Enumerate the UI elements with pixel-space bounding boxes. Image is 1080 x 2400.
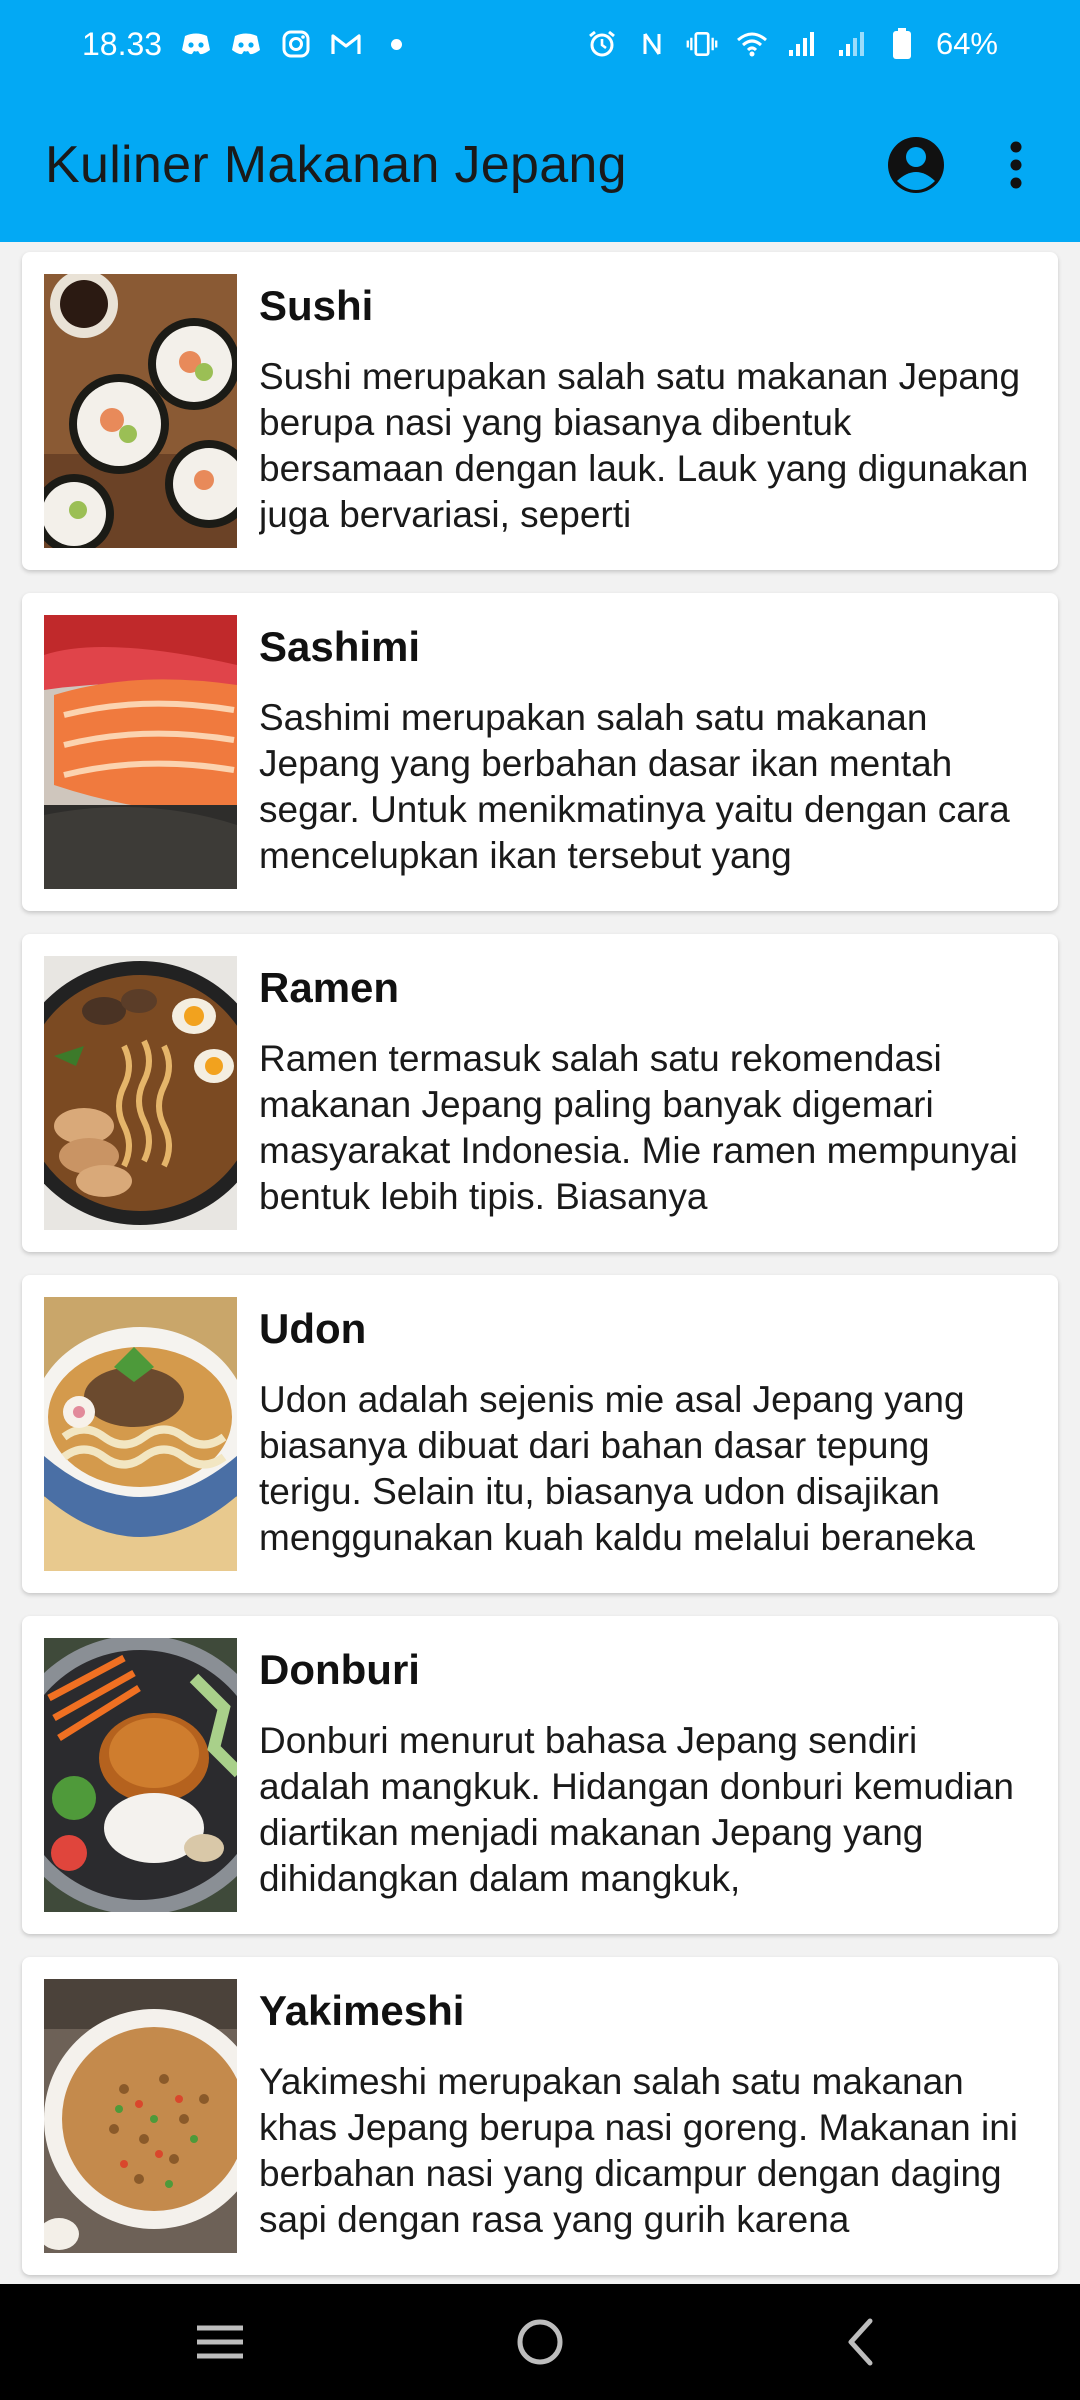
card-body: Ramen Ramen termasuk salah satu rekomend…	[259, 956, 1036, 1230]
food-image-sushi	[44, 274, 237, 548]
instagram-icon	[280, 28, 312, 60]
food-title: Ramen	[259, 964, 400, 1011]
status-right: 64%	[586, 26, 998, 62]
status-time: 18.33	[82, 25, 163, 62]
food-description: Ramen termasuk salah satu rekomendasi ma…	[259, 1038, 1018, 1217]
discord-icon	[180, 28, 212, 60]
gmail-icon	[330, 28, 362, 60]
signal-icon	[786, 28, 818, 60]
discord-icon	[230, 28, 262, 60]
food-card-sushi[interactable]: Sushi Sushi merupakan salah satu makanan…	[22, 252, 1058, 570]
food-image-yakimeshi	[44, 1979, 237, 2253]
food-title: Sashimi	[259, 623, 421, 670]
alarm-icon	[586, 28, 618, 60]
app-bar: Kuliner Makanan Jepang	[0, 88, 1080, 242]
page-title: Kuliner Makanan Jepang	[45, 136, 627, 194]
food-description: Donburi menurut bahasa Jepang sendiri ad…	[259, 1720, 1014, 1899]
app-screen: 18.33 64% Kuliner Makanan Jepang Sushi S…	[0, 0, 1080, 2400]
food-description: Sashimi merupakan salah satu makanan Jep…	[259, 697, 1010, 876]
food-image-udon	[44, 1297, 237, 1571]
food-image-ramen	[44, 956, 237, 1230]
account-circle-icon	[888, 137, 944, 193]
food-card-sashimi[interactable]: Sashimi Sashimi merupakan salah satu mak…	[22, 593, 1058, 911]
dot-icon	[380, 28, 412, 60]
battery-percent: 64%	[935, 26, 998, 61]
food-card-yakimeshi[interactable]: Yakimeshi Yakimeshi merupakan salah satu…	[22, 1957, 1058, 2275]
food-title: Donburi	[259, 1646, 420, 1693]
battery-icon	[886, 28, 918, 60]
food-card-udon[interactable]: Udon Udon adalah sejenis mie asal Jepang…	[22, 1275, 1058, 1593]
recent-apps-icon	[197, 2325, 243, 2359]
food-list: Sushi Sushi merupakan salah satu makanan…	[22, 252, 1058, 2298]
food-image-sashimi	[44, 615, 237, 889]
back-button[interactable]	[800, 2297, 920, 2387]
recent-apps-button[interactable]	[160, 2297, 280, 2387]
card-body: Donburi Donburi menurut bahasa Jepang se…	[259, 1638, 1036, 1912]
status-bar: 18.33 64%	[0, 0, 1080, 88]
vibrate-icon	[686, 28, 718, 60]
food-description: Yakimeshi merupakan salah satu makanan k…	[259, 2061, 1019, 2240]
overflow-menu-button[interactable]	[976, 125, 1056, 205]
home-icon	[517, 2319, 563, 2365]
food-title: Udon	[259, 1305, 367, 1352]
food-card-ramen[interactable]: Ramen Ramen termasuk salah satu rekomend…	[22, 934, 1058, 1252]
more-vert-icon	[1010, 141, 1022, 189]
card-body: Udon Udon adalah sejenis mie asal Jepang…	[259, 1297, 1036, 1571]
status-left: 18.33	[82, 26, 412, 63]
wifi-icon	[736, 28, 768, 60]
card-body: Sashimi Sashimi merupakan salah satu mak…	[259, 615, 1036, 889]
food-title: Yakimeshi	[259, 1987, 465, 2034]
home-button[interactable]	[480, 2297, 600, 2387]
food-image-donburi	[44, 1638, 237, 1912]
card-body: Yakimeshi Yakimeshi merupakan salah satu…	[259, 1979, 1036, 2253]
signal-icon	[836, 28, 868, 60]
back-icon	[848, 2318, 873, 2366]
food-description: Udon adalah sejenis mie asal Jepang yang…	[259, 1379, 975, 1558]
food-description: Sushi merupakan salah satu makanan Jepan…	[259, 356, 1029, 535]
food-card-donburi[interactable]: Donburi Donburi menurut bahasa Jepang se…	[22, 1616, 1058, 1934]
food-title: Sushi	[259, 282, 374, 329]
navigation-bar	[0, 2284, 1080, 2400]
profile-button[interactable]	[876, 125, 956, 205]
card-body: Sushi Sushi merupakan salah satu makanan…	[259, 274, 1036, 548]
nfc-icon	[636, 28, 668, 60]
